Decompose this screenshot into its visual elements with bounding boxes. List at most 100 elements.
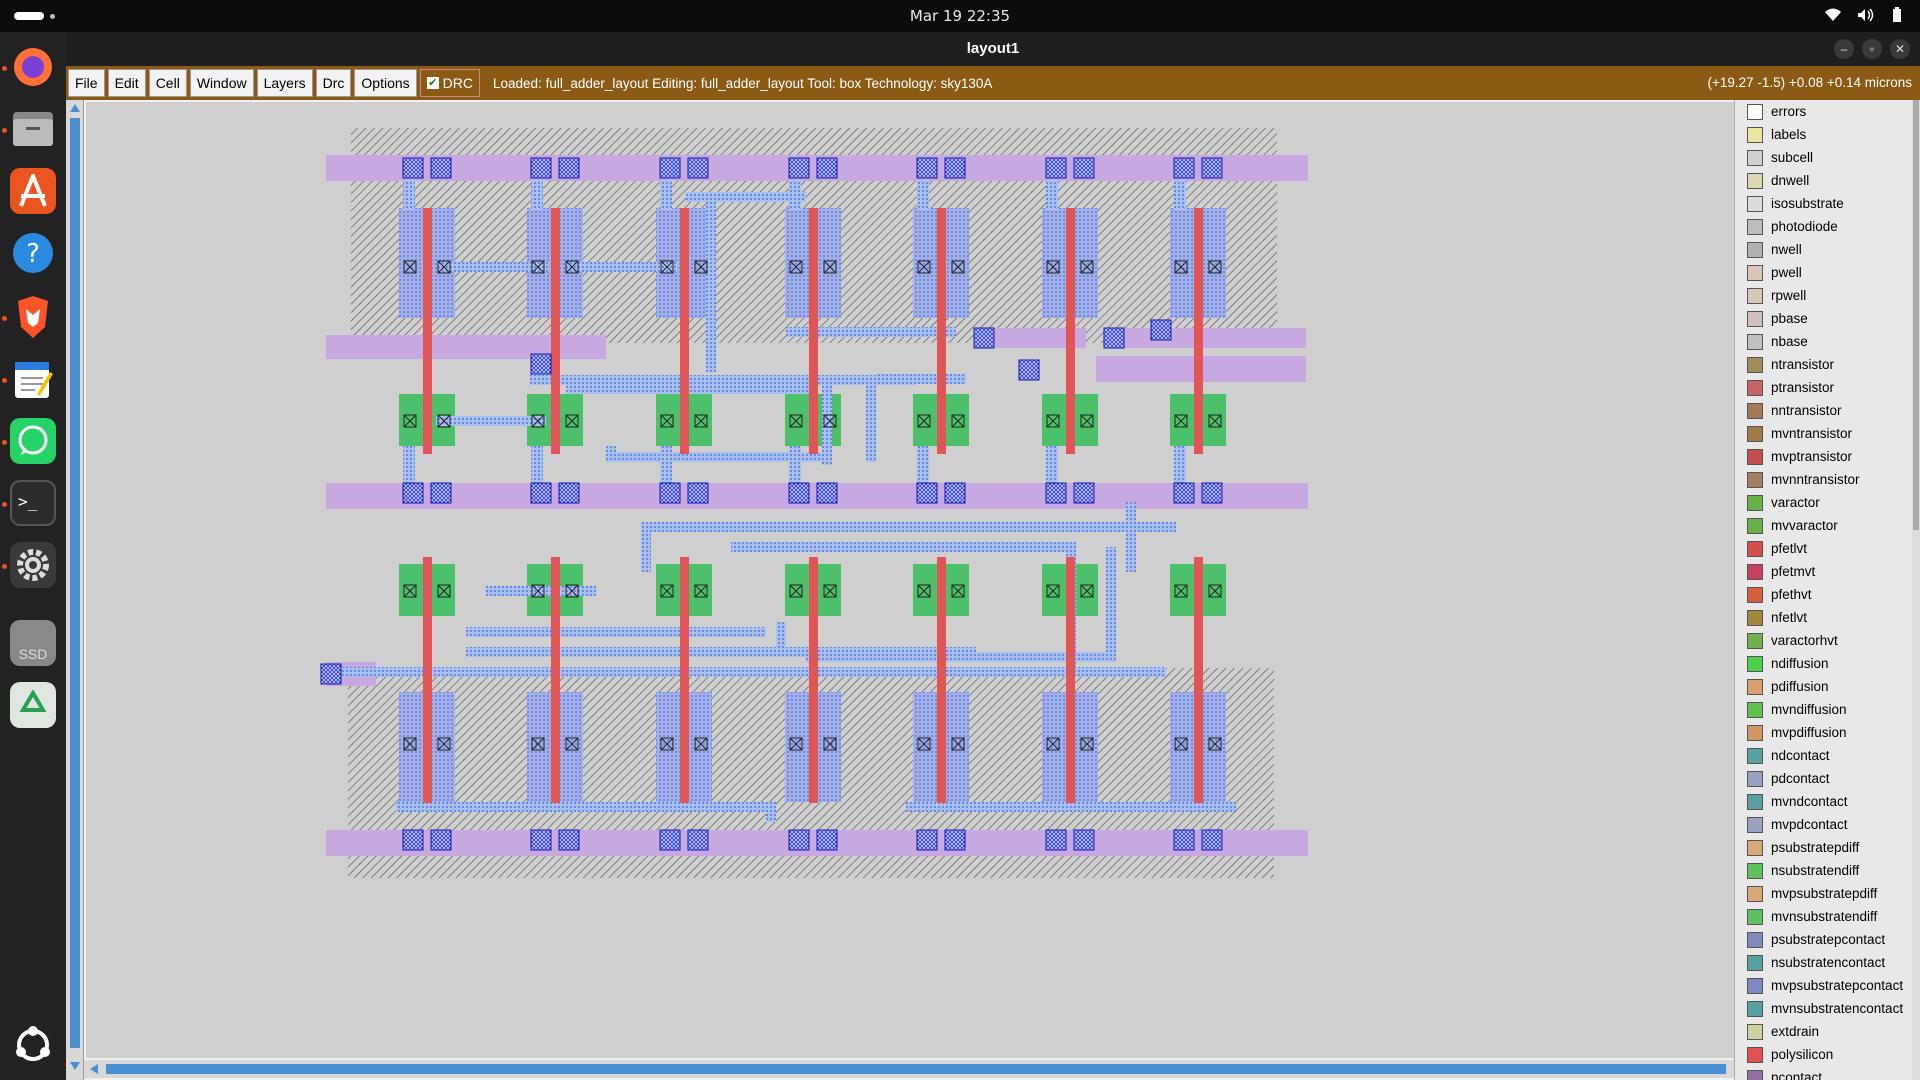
whatsapp-icon[interactable]: [10, 418, 56, 464]
vertical-scroll-thumb[interactable]: [70, 118, 80, 1048]
help-icon[interactable]: ?: [10, 230, 56, 276]
layer-item[interactable]: varactor: [1735, 491, 1920, 514]
text-editor-icon[interactable]: [10, 356, 56, 402]
layer-item[interactable]: mvntransistor: [1735, 422, 1920, 445]
clock[interactable]: Mar 19 22:35: [0, 7, 1920, 25]
layer-item[interactable]: dnwell: [1735, 169, 1920, 192]
layer-item[interactable]: pbase: [1735, 307, 1920, 330]
layer-item[interactable]: pfetlvt: [1735, 537, 1920, 560]
layer-item[interactable]: nfetlvt: [1735, 606, 1920, 629]
menu-layers[interactable]: Layers: [256, 69, 313, 97]
layer-item[interactable]: ptransistor: [1735, 376, 1920, 399]
menu-drc[interactable]: Drc: [315, 69, 352, 97]
layer-item[interactable]: ndiffusion: [1735, 652, 1920, 675]
metal1-route: [906, 802, 1236, 812]
layer-item[interactable]: mvptransistor: [1735, 445, 1920, 468]
layout-drawing[interactable]: [86, 102, 1750, 1058]
layer-item[interactable]: psubstratepdiff: [1735, 836, 1920, 859]
layer-item[interactable]: polysilicon: [1735, 1043, 1920, 1066]
via: [402, 829, 424, 851]
layer-item[interactable]: nsubstratencontact: [1735, 951, 1920, 974]
maximize-button[interactable]: ▫: [1862, 39, 1882, 59]
close-button[interactable]: ✕: [1890, 39, 1910, 59]
drc-toggle[interactable]: ✔ DRC: [419, 69, 481, 97]
layer-item[interactable]: mvvaractor: [1735, 514, 1920, 537]
layout-canvas[interactable]: [86, 102, 1750, 1058]
horizontal-scrollbar[interactable]: [84, 1060, 1750, 1078]
layer-item[interactable]: pdcontact: [1735, 767, 1920, 790]
menu-file[interactable]: File: [68, 69, 105, 97]
layer-scrollbar[interactable]: [1912, 100, 1920, 1080]
layer-item[interactable]: ndcontact: [1735, 744, 1920, 767]
minimize-button[interactable]: –: [1834, 39, 1854, 59]
trash-icon[interactable]: [10, 682, 56, 728]
layer-item[interactable]: pcontact: [1735, 1066, 1920, 1080]
settings-icon[interactable]: [10, 542, 56, 588]
scroll-up-icon[interactable]: [69, 102, 81, 114]
via: [1073, 829, 1095, 851]
layer-item[interactable]: subcell: [1735, 146, 1920, 169]
menu-options[interactable]: Options: [354, 69, 417, 97]
layer-item[interactable]: psubstratepcontact: [1735, 928, 1920, 951]
via: [687, 482, 709, 504]
running-indicator: [2, 66, 7, 71]
system-tray[interactable]: [1824, 6, 1906, 24]
menu-edit[interactable]: Edit: [107, 69, 146, 97]
brave-browser-icon[interactable]: [10, 294, 56, 340]
layer-item[interactable]: mvnsubstratencontact: [1735, 997, 1920, 1020]
layer-item[interactable]: varactorhvt: [1735, 629, 1920, 652]
horizontal-scroll-thumb[interactable]: [106, 1064, 1726, 1074]
layer-item[interactable]: mvpsubstratepdiff: [1735, 882, 1920, 905]
layer-name: nwell: [1771, 242, 1802, 257]
polysilicon-gate: [423, 557, 432, 803]
scroll-down-icon[interactable]: [69, 1060, 81, 1072]
layer-name: errors: [1771, 104, 1807, 119]
terminal-icon[interactable]: >_: [10, 480, 56, 526]
layer-item[interactable]: nwell: [1735, 238, 1920, 261]
running-indicator: [2, 564, 7, 569]
firefox-icon[interactable]: [10, 44, 56, 90]
show-apps-icon[interactable]: [10, 1022, 56, 1068]
vertical-scrollbar[interactable]: [66, 100, 84, 1080]
app-center-icon[interactable]: [10, 168, 56, 214]
menu-cell[interactable]: Cell: [148, 69, 187, 97]
layer-item[interactable]: mvpdiffusion: [1735, 721, 1920, 744]
via: [816, 829, 838, 851]
menu-window[interactable]: Window: [189, 69, 254, 97]
running-indicator: [2, 316, 7, 321]
layer-item[interactable]: isosubstrate: [1735, 192, 1920, 215]
layer-item[interactable]: mvpsubstratepcontact: [1735, 974, 1920, 997]
layer-scroll-thumb[interactable]: [1913, 100, 1919, 530]
layer-item[interactable]: labels: [1735, 123, 1920, 146]
layer-item[interactable]: pfetmvt: [1735, 560, 1920, 583]
layer-item[interactable]: extdrain: [1735, 1020, 1920, 1043]
layer-item[interactable]: errors: [1735, 100, 1920, 123]
dock: ? >_ SSD: [0, 32, 66, 1080]
layer-item[interactable]: mvnsubstratendiff: [1735, 905, 1920, 928]
layer-item[interactable]: pdiffusion: [1735, 675, 1920, 698]
layer-item[interactable]: rpwell: [1735, 284, 1920, 307]
layer-item[interactable]: nsubstratendiff: [1735, 859, 1920, 882]
layer-item[interactable]: ntransistor: [1735, 353, 1920, 376]
layer-item[interactable]: mvpdcontact: [1735, 813, 1920, 836]
via: [687, 157, 709, 179]
layer-item[interactable]: pwell: [1735, 261, 1920, 284]
layer-item[interactable]: mvndiffusion: [1735, 698, 1920, 721]
window-titlebar[interactable]: layout1 – ▫ ✕: [66, 32, 1920, 66]
metal1-strap: [789, 446, 801, 484]
layer-item[interactable]: pfethvt: [1735, 583, 1920, 606]
files-icon[interactable]: [10, 106, 56, 152]
layer-item[interactable]: photodiode: [1735, 215, 1920, 238]
ssd-drive-icon[interactable]: SSD: [10, 620, 56, 666]
layer-item[interactable]: mvndcontact: [1735, 790, 1920, 813]
layer-name: nsubstratencontact: [1771, 955, 1886, 970]
metal1-route: [866, 382, 876, 462]
scroll-left-icon[interactable]: [88, 1063, 100, 1075]
via: [1173, 157, 1195, 179]
via: [788, 829, 810, 851]
layer-item[interactable]: nbase: [1735, 330, 1920, 353]
layer-item[interactable]: mvnntransistor: [1735, 468, 1920, 491]
layer-item[interactable]: nntransistor: [1735, 399, 1920, 422]
layer-swatch-icon: [1747, 471, 1763, 488]
polysilicon-gate: [680, 557, 689, 803]
